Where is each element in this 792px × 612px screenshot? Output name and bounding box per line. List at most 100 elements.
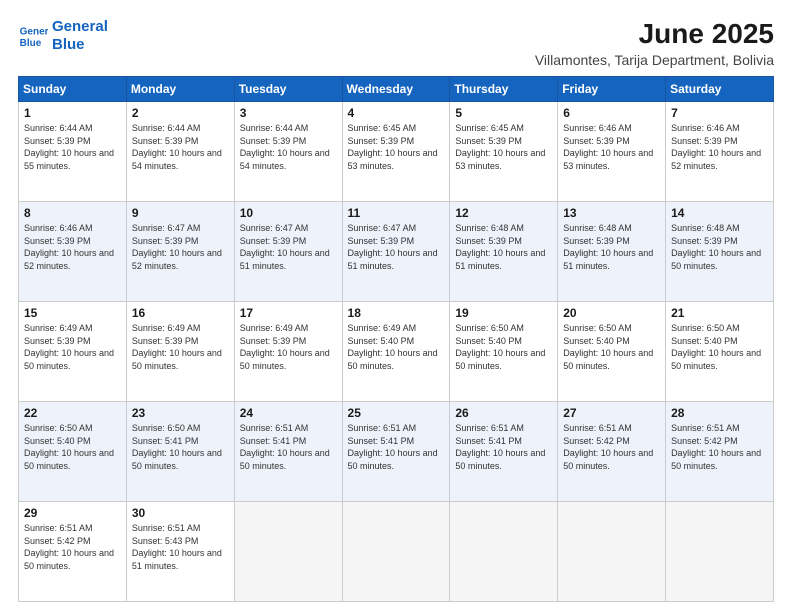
day-detail: Sunrise: 6:50 AM Sunset: 5:40 PM Dayligh… — [671, 322, 768, 372]
table-row: 3 Sunrise: 6:44 AM Sunset: 5:39 PM Dayli… — [234, 102, 342, 202]
calendar-week-row: 8 Sunrise: 6:46 AM Sunset: 5:39 PM Dayli… — [19, 202, 774, 302]
day-detail: Sunrise: 6:47 AM Sunset: 5:39 PM Dayligh… — [240, 222, 337, 272]
day-detail: Sunrise: 6:46 AM Sunset: 5:39 PM Dayligh… — [24, 222, 121, 272]
day-detail: Sunrise: 6:44 AM Sunset: 5:39 PM Dayligh… — [24, 122, 121, 172]
table-row: 24 Sunrise: 6:51 AM Sunset: 5:41 PM Dayl… — [234, 402, 342, 502]
col-thursday: Thursday — [450, 77, 558, 102]
logo-text-line2: Blue — [52, 36, 108, 54]
day-number: 14 — [671, 206, 768, 220]
table-row: 17 Sunrise: 6:49 AM Sunset: 5:39 PM Dayl… — [234, 302, 342, 402]
day-detail: Sunrise: 6:49 AM Sunset: 5:39 PM Dayligh… — [132, 322, 229, 372]
table-row: 6 Sunrise: 6:46 AM Sunset: 5:39 PM Dayli… — [558, 102, 666, 202]
day-number: 13 — [563, 206, 660, 220]
table-row: 2 Sunrise: 6:44 AM Sunset: 5:39 PM Dayli… — [126, 102, 234, 202]
table-row: 16 Sunrise: 6:49 AM Sunset: 5:39 PM Dayl… — [126, 302, 234, 402]
col-sunday: Sunday — [19, 77, 127, 102]
table-row: 27 Sunrise: 6:51 AM Sunset: 5:42 PM Dayl… — [558, 402, 666, 502]
day-number: 6 — [563, 106, 660, 120]
table-row: 20 Sunrise: 6:50 AM Sunset: 5:40 PM Dayl… — [558, 302, 666, 402]
title-block: June 2025 Villamontes, Tarija Department… — [535, 18, 774, 68]
col-saturday: Saturday — [666, 77, 774, 102]
day-number: 1 — [24, 106, 121, 120]
table-row: 9 Sunrise: 6:47 AM Sunset: 5:39 PM Dayli… — [126, 202, 234, 302]
day-detail: Sunrise: 6:49 AM Sunset: 5:39 PM Dayligh… — [240, 322, 337, 372]
table-row — [234, 502, 342, 602]
day-detail: Sunrise: 6:50 AM Sunset: 5:40 PM Dayligh… — [563, 322, 660, 372]
calendar-week-row: 15 Sunrise: 6:49 AM Sunset: 5:39 PM Dayl… — [19, 302, 774, 402]
day-detail: Sunrise: 6:44 AM Sunset: 5:39 PM Dayligh… — [132, 122, 229, 172]
table-row: 15 Sunrise: 6:49 AM Sunset: 5:39 PM Dayl… — [19, 302, 127, 402]
table-row: 13 Sunrise: 6:48 AM Sunset: 5:39 PM Dayl… — [558, 202, 666, 302]
day-detail: Sunrise: 6:51 AM Sunset: 5:42 PM Dayligh… — [671, 422, 768, 472]
table-row: 19 Sunrise: 6:50 AM Sunset: 5:40 PM Dayl… — [450, 302, 558, 402]
day-detail: Sunrise: 6:51 AM Sunset: 5:42 PM Dayligh… — [24, 522, 121, 572]
table-row: 7 Sunrise: 6:46 AM Sunset: 5:39 PM Dayli… — [666, 102, 774, 202]
day-number: 9 — [132, 206, 229, 220]
calendar-week-row: 1 Sunrise: 6:44 AM Sunset: 5:39 PM Dayli… — [19, 102, 774, 202]
logo-icon: General Blue — [18, 21, 48, 51]
table-row: 21 Sunrise: 6:50 AM Sunset: 5:40 PM Dayl… — [666, 302, 774, 402]
table-row: 10 Sunrise: 6:47 AM Sunset: 5:39 PM Dayl… — [234, 202, 342, 302]
table-row — [342, 502, 450, 602]
table-row: 23 Sunrise: 6:50 AM Sunset: 5:41 PM Dayl… — [126, 402, 234, 502]
col-tuesday: Tuesday — [234, 77, 342, 102]
table-row: 4 Sunrise: 6:45 AM Sunset: 5:39 PM Dayli… — [342, 102, 450, 202]
table-row: 5 Sunrise: 6:45 AM Sunset: 5:39 PM Dayli… — [450, 102, 558, 202]
table-row — [450, 502, 558, 602]
calendar-header-row: Sunday Monday Tuesday Wednesday Thursday… — [19, 77, 774, 102]
day-detail: Sunrise: 6:49 AM Sunset: 5:40 PM Dayligh… — [348, 322, 445, 372]
calendar-week-row: 22 Sunrise: 6:50 AM Sunset: 5:40 PM Dayl… — [19, 402, 774, 502]
day-detail: Sunrise: 6:51 AM Sunset: 5:41 PM Dayligh… — [455, 422, 552, 472]
day-number: 23 — [132, 406, 229, 420]
day-number: 25 — [348, 406, 445, 420]
day-detail: Sunrise: 6:50 AM Sunset: 5:40 PM Dayligh… — [455, 322, 552, 372]
day-number: 19 — [455, 306, 552, 320]
day-number: 20 — [563, 306, 660, 320]
svg-text:Blue: Blue — [20, 38, 42, 49]
day-number: 5 — [455, 106, 552, 120]
day-number: 17 — [240, 306, 337, 320]
day-number: 30 — [132, 506, 229, 520]
day-number: 3 — [240, 106, 337, 120]
day-number: 22 — [24, 406, 121, 420]
table-row: 28 Sunrise: 6:51 AM Sunset: 5:42 PM Dayl… — [666, 402, 774, 502]
day-detail: Sunrise: 6:50 AM Sunset: 5:40 PM Dayligh… — [24, 422, 121, 472]
page: General Blue General Blue June 2025 Vill… — [0, 0, 792, 612]
day-number: 28 — [671, 406, 768, 420]
day-number: 24 — [240, 406, 337, 420]
day-detail: Sunrise: 6:49 AM Sunset: 5:39 PM Dayligh… — [24, 322, 121, 372]
main-title: June 2025 — [535, 18, 774, 50]
table-row: 18 Sunrise: 6:49 AM Sunset: 5:40 PM Dayl… — [342, 302, 450, 402]
col-monday: Monday — [126, 77, 234, 102]
day-number: 29 — [24, 506, 121, 520]
day-number: 16 — [132, 306, 229, 320]
day-detail: Sunrise: 6:48 AM Sunset: 5:39 PM Dayligh… — [455, 222, 552, 272]
day-number: 10 — [240, 206, 337, 220]
day-detail: Sunrise: 6:51 AM Sunset: 5:43 PM Dayligh… — [132, 522, 229, 572]
day-detail: Sunrise: 6:45 AM Sunset: 5:39 PM Dayligh… — [348, 122, 445, 172]
table-row: 1 Sunrise: 6:44 AM Sunset: 5:39 PM Dayli… — [19, 102, 127, 202]
table-row — [666, 502, 774, 602]
day-number: 18 — [348, 306, 445, 320]
day-number: 8 — [24, 206, 121, 220]
day-detail: Sunrise: 6:46 AM Sunset: 5:39 PM Dayligh… — [671, 122, 768, 172]
svg-text:General: General — [20, 26, 48, 37]
table-row: 25 Sunrise: 6:51 AM Sunset: 5:41 PM Dayl… — [342, 402, 450, 502]
day-number: 27 — [563, 406, 660, 420]
day-detail: Sunrise: 6:47 AM Sunset: 5:39 PM Dayligh… — [132, 222, 229, 272]
table-row: 30 Sunrise: 6:51 AM Sunset: 5:43 PM Dayl… — [126, 502, 234, 602]
col-friday: Friday — [558, 77, 666, 102]
day-detail: Sunrise: 6:48 AM Sunset: 5:39 PM Dayligh… — [563, 222, 660, 272]
day-number: 15 — [24, 306, 121, 320]
day-number: 26 — [455, 406, 552, 420]
day-detail: Sunrise: 6:45 AM Sunset: 5:39 PM Dayligh… — [455, 122, 552, 172]
day-detail: Sunrise: 6:51 AM Sunset: 5:41 PM Dayligh… — [348, 422, 445, 472]
table-row: 8 Sunrise: 6:46 AM Sunset: 5:39 PM Dayli… — [19, 202, 127, 302]
day-number: 2 — [132, 106, 229, 120]
logo-text-line1: General — [52, 18, 108, 36]
table-row: 14 Sunrise: 6:48 AM Sunset: 5:39 PM Dayl… — [666, 202, 774, 302]
day-number: 7 — [671, 106, 768, 120]
table-row: 26 Sunrise: 6:51 AM Sunset: 5:41 PM Dayl… — [450, 402, 558, 502]
table-row: 12 Sunrise: 6:48 AM Sunset: 5:39 PM Dayl… — [450, 202, 558, 302]
col-wednesday: Wednesday — [342, 77, 450, 102]
